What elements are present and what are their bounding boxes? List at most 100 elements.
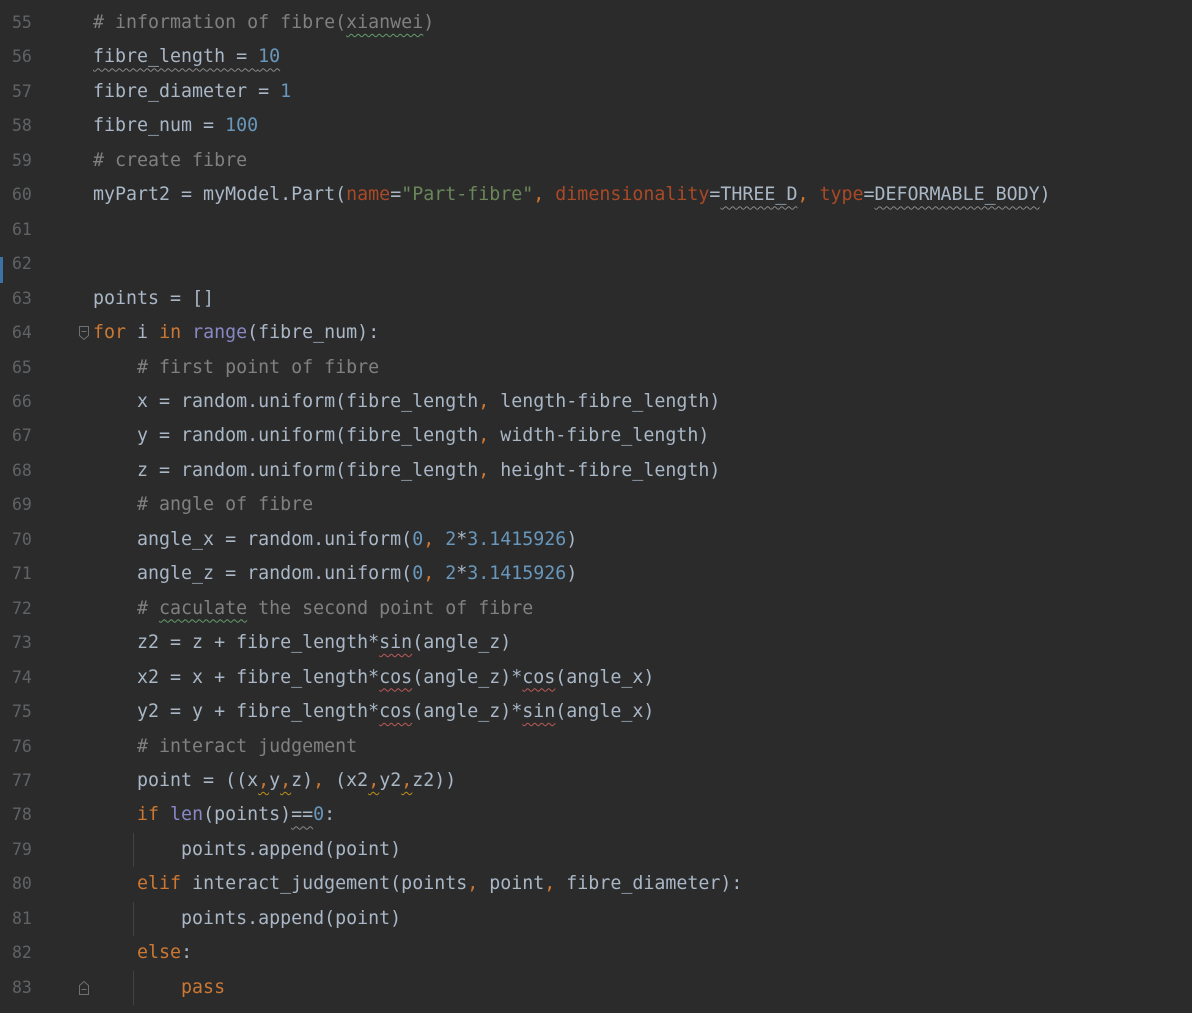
code-text[interactable]: # angle of fibre (93, 488, 313, 522)
code-text[interactable]: # create fibre (93, 144, 247, 178)
line-number[interactable]: 79 (12, 833, 32, 867)
plain-token: (angle_z) (412, 632, 512, 654)
code-line[interactable]: 70 angle_x = random.uniform(0, 2*3.14159… (0, 523, 1192, 557)
code-text[interactable]: fibre_diameter = 1 (93, 75, 291, 109)
line-number[interactable]: 64 (12, 316, 32, 350)
code-line[interactable]: 82 else: (0, 936, 1192, 970)
line-number[interactable]: 69 (12, 488, 32, 522)
line-number[interactable]: 56 (12, 40, 32, 74)
line-number[interactable]: 59 (12, 144, 32, 178)
line-number[interactable]: 76 (12, 730, 32, 764)
code-text[interactable]: else: (93, 936, 192, 970)
code-line[interactable]: 76 # interact judgement (0, 730, 1192, 764)
code-line[interactable]: 64 for i in range(fibre_num): (0, 316, 1192, 350)
line-number[interactable]: 71 (12, 557, 32, 591)
line-number[interactable]: 75 (12, 695, 32, 729)
code-text[interactable]: points.append(point) (93, 833, 401, 867)
code-line[interactable]: 69 # angle of fibre (0, 488, 1192, 522)
code-text[interactable]: fibre_length = 10 (93, 40, 280, 74)
code-editor[interactable]: 55 # information of fibre(xianwei) 56 fibre… (0, 6, 1192, 1007)
line-number[interactable]: 63 (12, 282, 32, 316)
code-line[interactable]: 72 # caculate the second point of fibre (0, 592, 1192, 626)
code-line[interactable]: 57 fibre_diameter = 1 (0, 75, 1192, 109)
code-text[interactable]: # caculate the second point of fibre (93, 592, 533, 626)
code-line[interactable]: 63 points = [] (0, 282, 1192, 316)
code-line[interactable]: 65 # first point of fibre (0, 351, 1192, 385)
code-text[interactable]: point = ((x,y,z), (x2,y2,z2)) (93, 764, 456, 798)
code-text[interactable]: elif interact_judgement(points, point, f… (93, 867, 742, 901)
comma-token: , (423, 563, 446, 585)
code-line[interactable]: 81 points.append(point) (0, 901, 1192, 937)
line-number[interactable]: 58 (12, 109, 32, 143)
code-line[interactable]: 80 elif interact_judgement(points, point… (0, 867, 1192, 901)
code-line[interactable]: 67 y = random.uniform(fibre_length, widt… (0, 419, 1192, 453)
code-line[interactable]: 56 fibre_length = 10 (0, 40, 1192, 74)
code-line[interactable]: 83 pass (0, 970, 1192, 1006)
keyword-token: elif (93, 873, 182, 895)
line-number[interactable]: 83 (12, 971, 32, 1005)
line-number[interactable]: 65 (12, 351, 32, 385)
code-line[interactable]: 66 x = random.uniform(fibre_length, leng… (0, 385, 1192, 419)
code-text[interactable]: # information of fibre(xianwei) (93, 6, 434, 40)
code-text[interactable]: y2 = y + fibre_length*cos(angle_z)*sin(a… (93, 695, 654, 729)
line-number[interactable]: 81 (12, 902, 32, 936)
code-line[interactable]: 74 x2 = x + fibre_length*cos(angle_z)*co… (0, 661, 1192, 695)
line-number[interactable]: 74 (12, 661, 32, 695)
plain-token: : (181, 942, 193, 964)
code-text[interactable]: y = random.uniform(fibre_length, width-f… (93, 419, 709, 453)
code-line[interactable]: 59 # create fibre (0, 144, 1192, 178)
code-line[interactable]: 62 (0, 247, 1192, 284)
code-line[interactable]: 79 points.append(point) (0, 832, 1192, 868)
line-number[interactable]: 55 (12, 6, 32, 40)
number-token: 100 (225, 115, 259, 137)
line-number[interactable]: 73 (12, 626, 32, 660)
line-number[interactable]: 68 (12, 454, 32, 488)
code-text[interactable]: pass (93, 971, 225, 1005)
code-line[interactable]: 77 point = ((x,y,z), (x2,y2,z2)) (0, 764, 1192, 798)
code-line[interactable]: 58 fibre_num = 100 (0, 109, 1192, 143)
line-number[interactable]: 82 (12, 936, 32, 970)
code-text[interactable]: # interact judgement (93, 730, 357, 764)
fold-start-icon[interactable] (78, 325, 90, 341)
plain-token: point (489, 873, 545, 895)
code-line[interactable]: 71 angle_z = random.uniform(0, 2*3.14159… (0, 557, 1192, 591)
line-number[interactable]: 78 (12, 798, 32, 832)
code-line[interactable]: 68 z = random.uniform(fibre_length, heig… (0, 454, 1192, 488)
code-line[interactable]: 61 (0, 213, 1192, 247)
line-number[interactable]: 57 (12, 75, 32, 109)
line-number[interactable]: 70 (12, 523, 32, 557)
code-text[interactable]: myPart2 = myModel.Part(name="Part-fibre"… (93, 178, 1051, 212)
plain-token: ) (566, 563, 578, 585)
change-marker[interactable] (0, 257, 3, 284)
line-number[interactable]: 67 (12, 419, 32, 453)
code-text[interactable]: for i in range(fibre_num): (93, 316, 379, 350)
plain-token: points = [] (93, 287, 215, 309)
code-text[interactable]: fibre_num = 100 (93, 109, 258, 143)
fold-end-icon[interactable] (78, 980, 90, 996)
code-text[interactable]: angle_z = random.uniform(0, 2*3.1415926) (93, 557, 577, 591)
code-text[interactable]: x2 = x + fibre_length*cos(angle_z)*cos(a… (93, 661, 654, 695)
code-text[interactable]: z2 = z + fibre_length*sin(angle_z) (93, 626, 511, 660)
line-number[interactable]: 62 (12, 247, 32, 281)
code-text[interactable]: z = random.uniform(fibre_length, height-… (93, 454, 720, 488)
code-text[interactable]: points = [] (93, 282, 214, 316)
plain-token: length-fibre_length) (500, 390, 721, 412)
code-line[interactable]: 60 myPart2 = myModel.Part(name="Part-fibr… (0, 178, 1192, 212)
code-line[interactable]: 73 z2 = z + fibre_length*sin(angle_z) (0, 626, 1192, 660)
line-number[interactable]: 60 (12, 178, 32, 212)
code-line[interactable]: 78 if len(points)==0: (0, 798, 1192, 832)
number-token: 0 (313, 804, 325, 826)
line-number[interactable]: 80 (12, 867, 32, 901)
line-number[interactable]: 72 (12, 592, 32, 626)
line-number[interactable]: 61 (12, 213, 32, 247)
line-number[interactable]: 66 (12, 385, 32, 419)
code-text[interactable]: if len(points)==0: (93, 798, 335, 832)
code-text[interactable]: x = random.uniform(fibre_length, length-… (93, 385, 720, 419)
code-line[interactable]: 55 # information of fibre(xianwei) (0, 6, 1192, 40)
plain-token: points.append(point) (93, 838, 402, 860)
code-text[interactable]: # first point of fibre (93, 351, 379, 385)
code-text[interactable]: points.append(point) (93, 902, 401, 936)
code-line[interactable]: 75 y2 = y + fibre_length*cos(angle_z)*si… (0, 695, 1192, 729)
code-text[interactable]: angle_x = random.uniform(0, 2*3.1415926) (93, 523, 577, 557)
line-number[interactable]: 77 (12, 764, 32, 798)
